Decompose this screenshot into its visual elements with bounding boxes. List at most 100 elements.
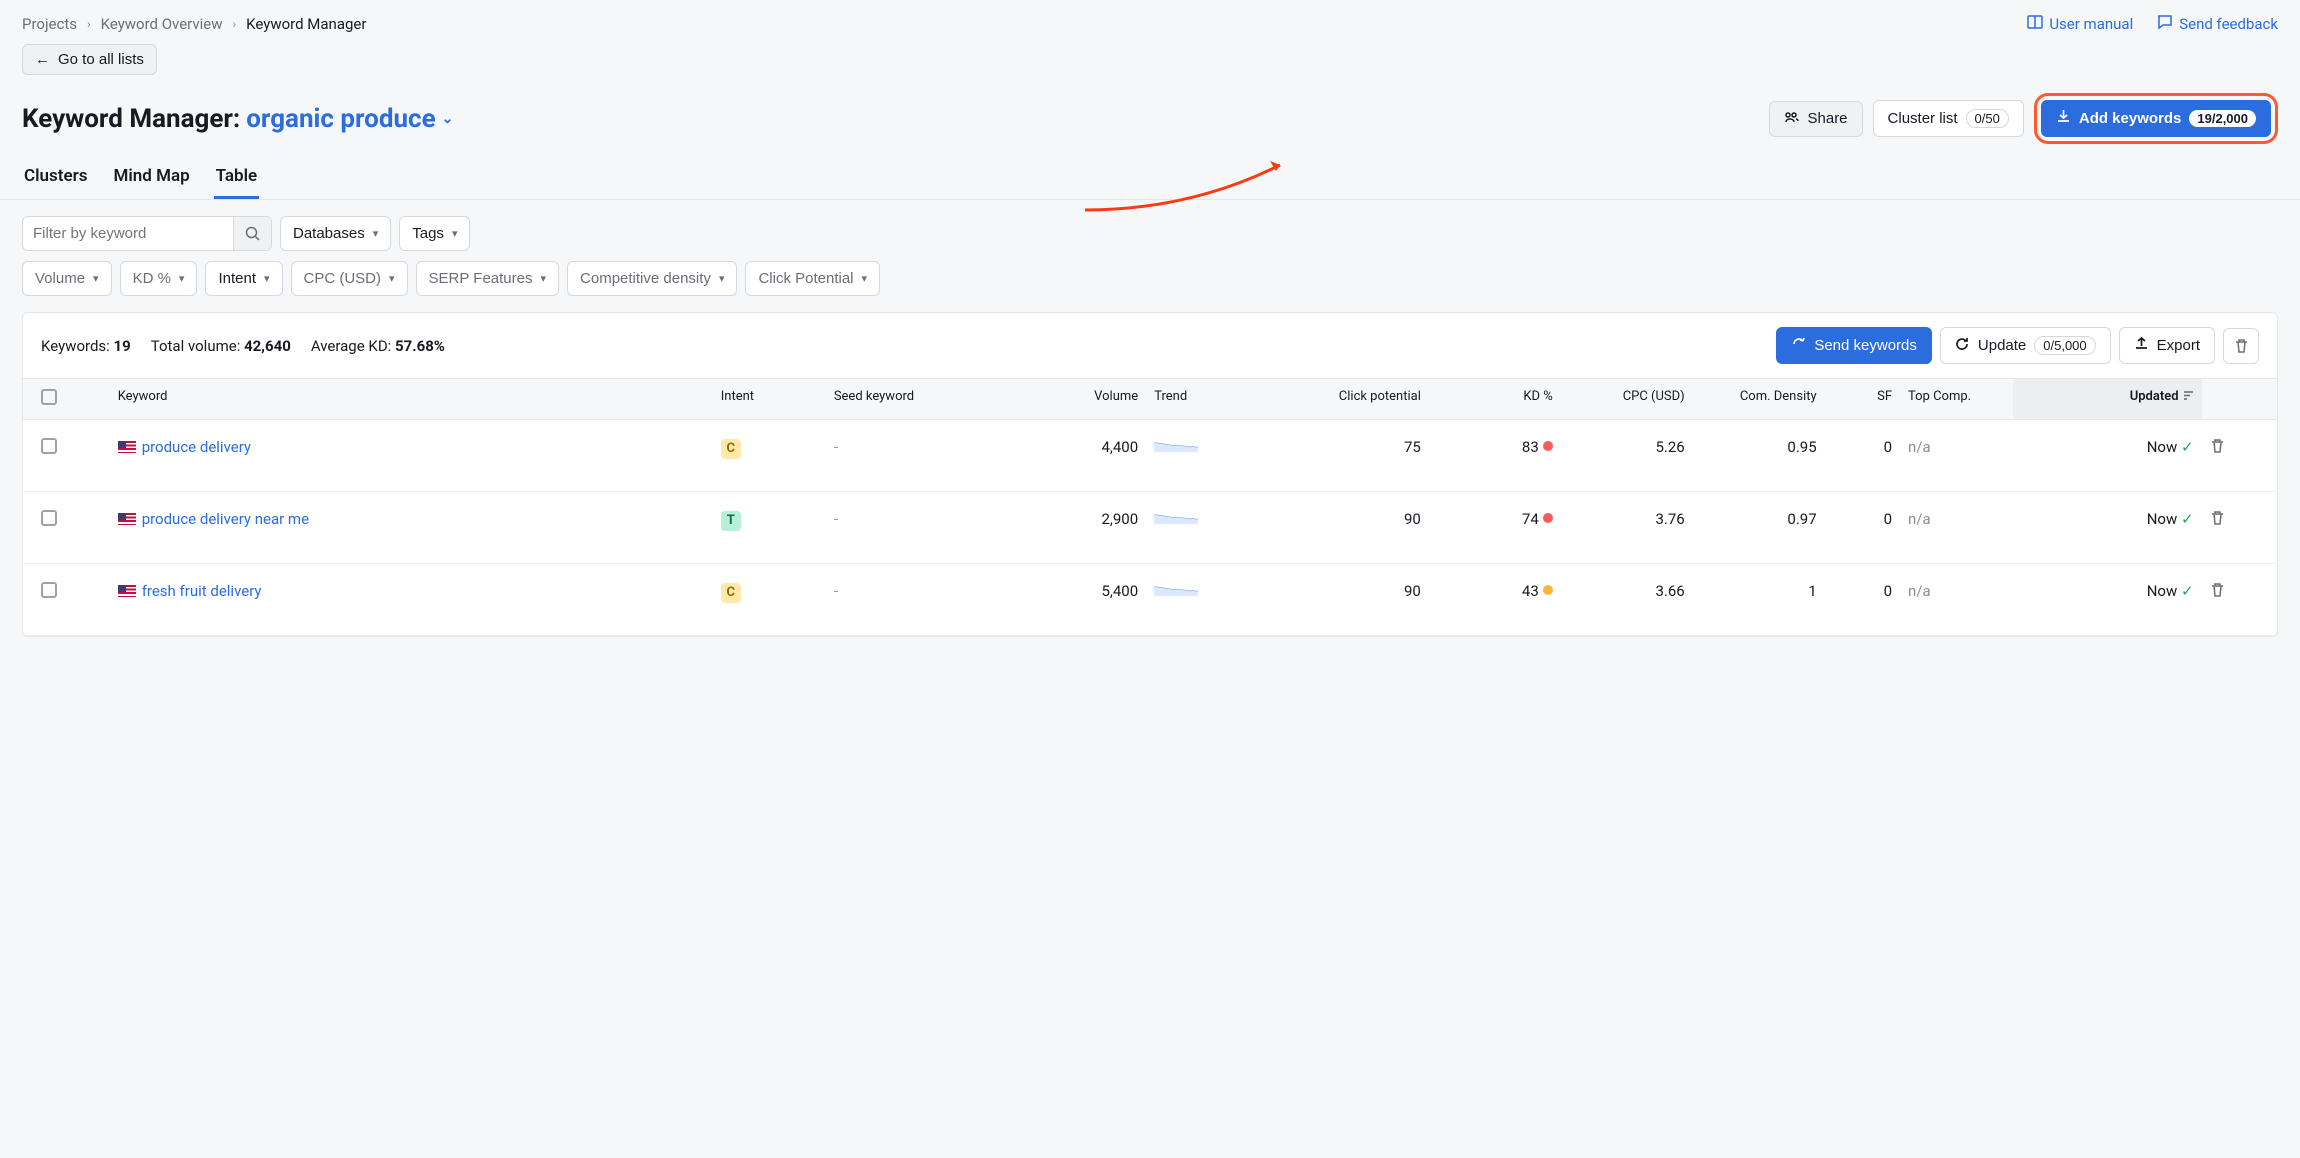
trash-icon — [2210, 438, 2225, 454]
col-sf[interactable]: SF — [1825, 379, 1900, 420]
table-stats: Keywords: 19 Total volume: 42,640 Averag… — [41, 337, 445, 355]
filter-cpc-usd-[interactable]: CPC (USD) ▾ — [291, 261, 408, 296]
top-comp-value: n/a — [1900, 564, 2013, 636]
col-density[interactable]: Com. Density — [1693, 379, 1825, 420]
col-trend[interactable]: Trend — [1146, 379, 1278, 420]
trash-icon — [2210, 582, 2225, 598]
col-top-comp[interactable]: Top Comp. — [1900, 379, 2013, 420]
flag-us-icon — [118, 585, 136, 597]
search-icon — [245, 226, 260, 241]
filter-label: SERP Features — [429, 270, 533, 287]
search-button[interactable] — [233, 217, 271, 250]
databases-filter[interactable]: Databases ▾ — [280, 216, 391, 251]
download-icon — [2056, 109, 2071, 128]
top-comp-value: n/a — [1900, 420, 2013, 492]
add-keywords-label: Add keywords — [2079, 110, 2182, 127]
select-all-checkbox[interactable] — [41, 389, 57, 405]
col-intent[interactable]: Intent — [713, 379, 826, 420]
keyword-link[interactable]: produce delivery near me — [142, 510, 309, 528]
chevron-down-icon: ▾ — [93, 272, 99, 285]
difficulty-dot-icon — [1543, 513, 1553, 523]
seed-value: - — [826, 420, 996, 492]
updated-value: Now ✓ — [2013, 492, 2201, 564]
send-keywords-button[interactable]: Send keywords — [1776, 327, 1932, 364]
tab-mind-map[interactable]: Mind Map — [111, 166, 191, 199]
col-cpc[interactable]: CPC (USD) — [1561, 379, 1693, 420]
send-keywords-label: Send keywords — [1814, 337, 1917, 354]
databases-label: Databases — [293, 225, 365, 242]
filter-intent[interactable]: Intent ▾ — [205, 261, 282, 296]
export-button[interactable]: Export — [2119, 327, 2215, 364]
col-kd[interactable]: KD % — [1429, 379, 1561, 420]
chevron-down-icon: ▾ — [389, 272, 395, 285]
filter-competitive-density[interactable]: Competitive density ▾ — [567, 261, 737, 296]
updated-value: Now ✓ — [2013, 420, 2201, 492]
row-checkbox[interactable] — [41, 582, 57, 598]
tags-label: Tags — [412, 225, 444, 242]
arrow-left-icon: ← — [35, 51, 50, 68]
table-row: produce deliveryC-4,40075835.260.950n/aN… — [23, 420, 2277, 492]
feedback-icon — [2157, 14, 2173, 34]
filter-click-potential[interactable]: Click Potential ▾ — [745, 261, 880, 296]
col-seed[interactable]: Seed keyword — [826, 379, 996, 420]
back-to-lists-button[interactable]: ← Go to all lists — [22, 44, 157, 75]
back-label: Go to all lists — [58, 51, 144, 68]
tags-filter[interactable]: Tags ▾ — [399, 216, 470, 251]
keywords-label: Keywords: — [41, 337, 110, 355]
cluster-list-label: Cluster list — [1888, 110, 1958, 127]
row-delete-button[interactable] — [2210, 584, 2225, 602]
sort-desc-icon — [2183, 389, 2194, 404]
user-manual-link[interactable]: User manual — [2027, 14, 2133, 34]
tab-clusters[interactable]: Clusters — [22, 166, 89, 199]
filter-serp-features[interactable]: SERP Features ▾ — [416, 261, 559, 296]
chevron-down-icon: ▾ — [373, 227, 379, 240]
cluster-list-button[interactable]: Cluster list 0/50 — [1873, 100, 2024, 137]
row-checkbox[interactable] — [41, 510, 57, 526]
project-dropdown[interactable]: organic produce ⌄ — [246, 104, 453, 134]
keyword-link[interactable]: produce delivery — [142, 438, 251, 456]
filter-volume[interactable]: Volume ▾ — [22, 261, 112, 296]
update-label: Update — [1978, 337, 2026, 354]
share-label: Share — [1808, 110, 1848, 127]
filter-kd-[interactable]: KD % ▾ — [120, 261, 198, 296]
row-delete-button[interactable] — [2210, 440, 2225, 458]
add-keywords-badge: 19/2,000 — [2189, 110, 2256, 127]
update-button[interactable]: Update 0/5,000 — [1940, 327, 2111, 364]
breadcrumb-item[interactable]: Projects — [22, 15, 77, 33]
update-badge: 0/5,000 — [2034, 336, 2095, 355]
delete-all-button[interactable] — [2223, 328, 2259, 364]
filter-keyword-wrap — [22, 216, 272, 251]
volume-value: 4,400 — [995, 420, 1146, 492]
filter-keyword-input[interactable] — [23, 217, 233, 250]
send-feedback-label: Send feedback — [2179, 15, 2278, 33]
row-checkbox[interactable] — [41, 438, 57, 454]
keyword-link[interactable]: fresh fruit delivery — [142, 582, 262, 600]
density-value: 0.97 — [1693, 492, 1825, 564]
title-prefix: Keyword Manager: — [22, 104, 240, 134]
total-volume-value: 42,640 — [244, 337, 291, 355]
updated-value: Now ✓ — [2013, 564, 2201, 636]
col-keyword[interactable]: Keyword — [110, 379, 713, 420]
row-delete-button[interactable] — [2210, 512, 2225, 530]
flag-us-icon — [118, 441, 136, 453]
volume-value: 5,400 — [995, 564, 1146, 636]
sf-value: 0 — [1825, 492, 1900, 564]
chevron-down-icon: ▾ — [719, 272, 725, 285]
col-volume[interactable]: Volume — [995, 379, 1146, 420]
refresh-icon — [1955, 336, 1970, 355]
kd-value: 83 — [1429, 420, 1561, 492]
tab-table[interactable]: Table — [214, 166, 260, 199]
click-potential-value: 90 — [1278, 492, 1429, 564]
add-keywords-button[interactable]: Add keywords 19/2,000 — [2041, 100, 2271, 137]
page-title: Keyword Manager: organic produce ⌄ — [22, 104, 453, 134]
chevron-down-icon: ▾ — [179, 272, 185, 285]
send-feedback-link[interactable]: Send feedback — [2157, 14, 2278, 34]
col-click-potential[interactable]: Click potential — [1278, 379, 1429, 420]
avg-kd-value: 57.68% — [395, 337, 445, 355]
export-label: Export — [2157, 337, 2200, 354]
total-volume-label: Total volume: — [151, 337, 241, 355]
breadcrumb-item[interactable]: Keyword Overview — [101, 15, 223, 33]
col-updated[interactable]: Updated — [2013, 379, 2201, 420]
intent-chip: T — [721, 511, 741, 531]
share-button[interactable]: Share — [1769, 101, 1863, 137]
